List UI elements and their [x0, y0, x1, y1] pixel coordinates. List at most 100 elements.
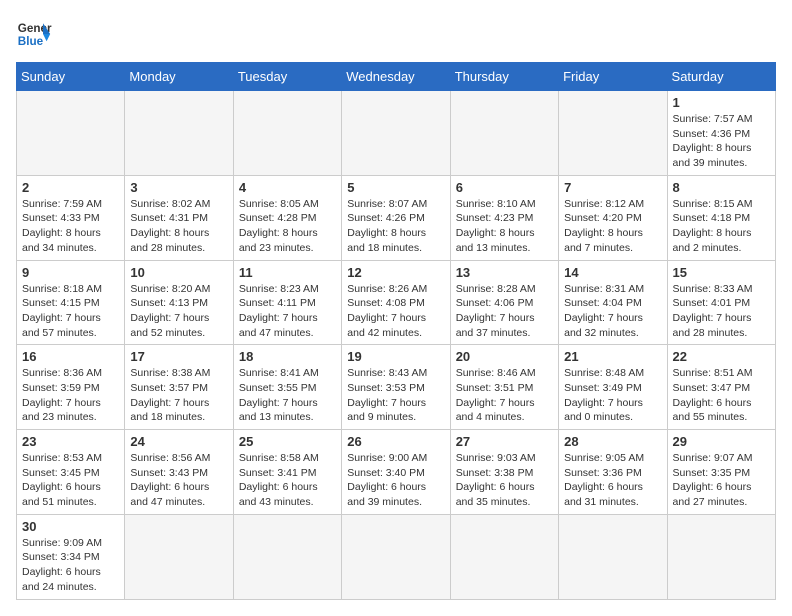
day-sun-info: Sunrise: 8:33 AMSunset: 4:01 PMDaylight:…: [673, 282, 770, 341]
logo: General Blue: [16, 16, 52, 52]
weekday-header-friday: Friday: [559, 63, 667, 91]
calendar-day-cell: 17 Sunrise: 8:38 AMSunset: 3:57 PMDayligh…: [125, 345, 233, 430]
calendar-day-cell: 29 Sunrise: 9:07 AMSunset: 3:35 PMDayligh…: [667, 430, 775, 515]
logo-icon: General Blue: [16, 16, 52, 52]
day-sun-info: Sunrise: 8:43 AMSunset: 3:53 PMDaylight:…: [347, 366, 444, 425]
calendar-day-cell: 30 Sunrise: 9:09 AMSunset: 3:34 PMDayligh…: [17, 514, 125, 599]
day-number: 14: [564, 265, 661, 280]
day-sun-info: Sunrise: 9:07 AMSunset: 3:35 PMDaylight:…: [673, 451, 770, 510]
calendar-day-cell: 9 Sunrise: 8:18 AMSunset: 4:15 PMDaylight…: [17, 260, 125, 345]
day-sun-info: Sunrise: 8:36 AMSunset: 3:59 PMDaylight:…: [22, 366, 119, 425]
day-sun-info: Sunrise: 8:18 AMSunset: 4:15 PMDaylight:…: [22, 282, 119, 341]
calendar-week-row: 23Sunrise: 8:53 AMSunset: 3:45 PMDayligh…: [17, 430, 776, 515]
calendar-day-cell: [667, 514, 775, 599]
day-number: 24: [130, 434, 227, 449]
day-sun-info: Sunrise: 8:12 AMSunset: 4:20 PMDaylight:…: [564, 197, 661, 256]
calendar-table: SundayMondayTuesdayWednesdayThursdayFrid…: [16, 62, 776, 600]
weekday-header-wednesday: Wednesday: [342, 63, 450, 91]
calendar-day-cell: 20 Sunrise: 8:46 AMSunset: 3:51 PMDayligh…: [450, 345, 558, 430]
calendar-day-cell: 27 Sunrise: 9:03 AMSunset: 3:38 PMDayligh…: [450, 430, 558, 515]
day-number: 29: [673, 434, 770, 449]
day-number: 9: [22, 265, 119, 280]
day-number: 21: [564, 349, 661, 364]
day-sun-info: Sunrise: 7:59 AMSunset: 4:33 PMDaylight:…: [22, 197, 119, 256]
weekday-header-thursday: Thursday: [450, 63, 558, 91]
weekday-header-tuesday: Tuesday: [233, 63, 341, 91]
calendar-day-cell: 24 Sunrise: 8:56 AMSunset: 3:43 PMDayligh…: [125, 430, 233, 515]
day-sun-info: Sunrise: 9:09 AMSunset: 3:34 PMDaylight:…: [22, 536, 119, 595]
day-number: 6: [456, 180, 553, 195]
calendar-day-cell: [233, 91, 341, 176]
day-number: 30: [22, 519, 119, 534]
day-number: 7: [564, 180, 661, 195]
day-number: 3: [130, 180, 227, 195]
day-number: 11: [239, 265, 336, 280]
weekday-header-sunday: Sunday: [17, 63, 125, 91]
calendar-day-cell: [125, 91, 233, 176]
calendar-day-cell: 10Sunrise: 8:20 AMSunset: 4:13 PMDayligh…: [125, 260, 233, 345]
calendar-day-cell: 5 Sunrise: 8:07 AMSunset: 4:26 PMDaylight…: [342, 175, 450, 260]
calendar-day-cell: 2 Sunrise: 7:59 AMSunset: 4:33 PMDaylight…: [17, 175, 125, 260]
weekday-header-monday: Monday: [125, 63, 233, 91]
calendar-day-cell: 15 Sunrise: 8:33 AMSunset: 4:01 PMDayligh…: [667, 260, 775, 345]
calendar-day-cell: 14Sunrise: 8:31 AMSunset: 4:04 PMDayligh…: [559, 260, 667, 345]
day-number: 22: [673, 349, 770, 364]
day-sun-info: Sunrise: 9:03 AMSunset: 3:38 PMDaylight:…: [456, 451, 553, 510]
calendar-day-cell: [559, 91, 667, 176]
svg-text:Blue: Blue: [18, 35, 44, 48]
calendar-day-cell: 13 Sunrise: 8:28 AMSunset: 4:06 PMDayligh…: [450, 260, 558, 345]
day-number: 28: [564, 434, 661, 449]
day-number: 15: [673, 265, 770, 280]
calendar-day-cell: 11Sunrise: 8:23 AMSunset: 4:11 PMDayligh…: [233, 260, 341, 345]
calendar-day-cell: 12 Sunrise: 8:26 AMSunset: 4:08 PMDayligh…: [342, 260, 450, 345]
day-number: 18: [239, 349, 336, 364]
day-sun-info: Sunrise: 7:57 AMSunset: 4:36 PMDaylight:…: [673, 112, 770, 171]
calendar-day-cell: 4Sunrise: 8:05 AMSunset: 4:28 PMDaylight…: [233, 175, 341, 260]
day-sun-info: Sunrise: 8:26 AMSunset: 4:08 PMDaylight:…: [347, 282, 444, 341]
calendar-day-cell: [342, 91, 450, 176]
day-number: 5: [347, 180, 444, 195]
day-sun-info: Sunrise: 9:00 AMSunset: 3:40 PMDaylight:…: [347, 451, 444, 510]
day-number: 2: [22, 180, 119, 195]
day-sun-info: Sunrise: 8:20 AMSunset: 4:13 PMDaylight:…: [130, 282, 227, 341]
day-number: 26: [347, 434, 444, 449]
weekday-header-row: SundayMondayTuesdayWednesdayThursdayFrid…: [17, 63, 776, 91]
day-number: 8: [673, 180, 770, 195]
day-sun-info: Sunrise: 8:07 AMSunset: 4:26 PMDaylight:…: [347, 197, 444, 256]
day-sun-info: Sunrise: 8:28 AMSunset: 4:06 PMDaylight:…: [456, 282, 553, 341]
calendar-week-row: 16Sunrise: 8:36 AMSunset: 3:59 PMDayligh…: [17, 345, 776, 430]
calendar-day-cell: 22 Sunrise: 8:51 AMSunset: 3:47 PMDayligh…: [667, 345, 775, 430]
day-number: 13: [456, 265, 553, 280]
day-number: 27: [456, 434, 553, 449]
day-sun-info: Sunrise: 8:46 AMSunset: 3:51 PMDaylight:…: [456, 366, 553, 425]
day-sun-info: Sunrise: 8:51 AMSunset: 3:47 PMDaylight:…: [673, 366, 770, 425]
calendar-day-cell: 28 Sunrise: 9:05 AMSunset: 3:36 PMDayligh…: [559, 430, 667, 515]
day-sun-info: Sunrise: 9:05 AMSunset: 3:36 PMDaylight:…: [564, 451, 661, 510]
calendar-day-cell: 23Sunrise: 8:53 AMSunset: 3:45 PMDayligh…: [17, 430, 125, 515]
calendar-day-cell: 16Sunrise: 8:36 AMSunset: 3:59 PMDayligh…: [17, 345, 125, 430]
day-sun-info: Sunrise: 8:05 AMSunset: 4:28 PMDaylight:…: [239, 197, 336, 256]
day-sun-info: Sunrise: 8:38 AMSunset: 3:57 PMDaylight:…: [130, 366, 227, 425]
day-number: 20: [456, 349, 553, 364]
day-number: 17: [130, 349, 227, 364]
day-number: 19: [347, 349, 444, 364]
calendar-day-cell: [342, 514, 450, 599]
day-sun-info: Sunrise: 8:10 AMSunset: 4:23 PMDaylight:…: [456, 197, 553, 256]
calendar-day-cell: [450, 91, 558, 176]
calendar-week-row: 9 Sunrise: 8:18 AMSunset: 4:15 PMDaylight…: [17, 260, 776, 345]
day-number: 12: [347, 265, 444, 280]
calendar-day-cell: 19 Sunrise: 8:43 AMSunset: 3:53 PMDayligh…: [342, 345, 450, 430]
day-sun-info: Sunrise: 8:48 AMSunset: 3:49 PMDaylight:…: [564, 366, 661, 425]
day-sun-info: Sunrise: 8:56 AMSunset: 3:43 PMDaylight:…: [130, 451, 227, 510]
calendar-day-cell: 26 Sunrise: 9:00 AMSunset: 3:40 PMDayligh…: [342, 430, 450, 515]
calendar-day-cell: 25Sunrise: 8:58 AMSunset: 3:41 PMDayligh…: [233, 430, 341, 515]
page-header: General Blue: [16, 16, 776, 52]
calendar-day-cell: 1Sunrise: 7:57 AMSunset: 4:36 PMDaylight…: [667, 91, 775, 176]
day-number: 25: [239, 434, 336, 449]
calendar-day-cell: [233, 514, 341, 599]
day-sun-info: Sunrise: 8:41 AMSunset: 3:55 PMDaylight:…: [239, 366, 336, 425]
calendar-week-row: 2 Sunrise: 7:59 AMSunset: 4:33 PMDaylight…: [17, 175, 776, 260]
calendar-day-cell: [450, 514, 558, 599]
day-number: 23: [22, 434, 119, 449]
calendar-day-cell: 21 Sunrise: 8:48 AMSunset: 3:49 PMDayligh…: [559, 345, 667, 430]
